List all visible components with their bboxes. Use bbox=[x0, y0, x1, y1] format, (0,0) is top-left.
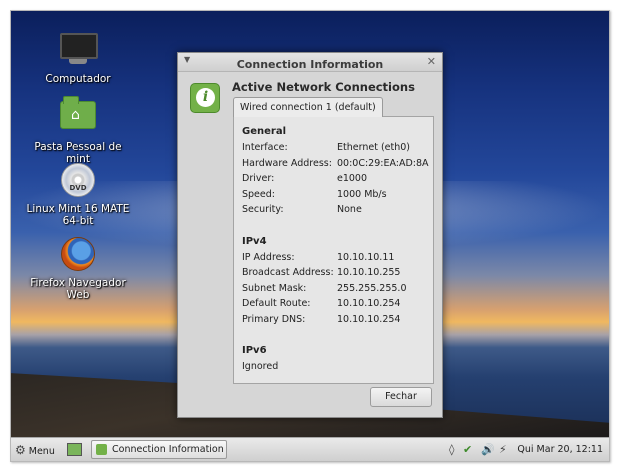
detail-value: 10.10.10.254 bbox=[337, 313, 401, 325]
gear-icon: ⚙ bbox=[15, 443, 26, 457]
desktop[interactable]: Computador ⌂ Pasta Pessoal de mint DVD L… bbox=[11, 11, 609, 437]
menu-label: Menu bbox=[28, 446, 55, 457]
shield-icon[interactable]: ✔ bbox=[463, 442, 472, 458]
desktop-icon-label: Computador bbox=[45, 73, 111, 85]
detail-key: Subnet Mask: bbox=[242, 282, 307, 294]
screenshot-frame: Computador ⌂ Pasta Pessoal de mint DVD L… bbox=[10, 10, 610, 462]
taskbar-item-label: Connection Information bbox=[112, 444, 224, 455]
home-folder-icon: ⌂ bbox=[60, 96, 96, 137]
desktop-icon-label: Linux Mint 16 MATE 64-bit bbox=[26, 203, 130, 227]
dialog-heading: Active Network Connections bbox=[232, 80, 415, 94]
info-icon: i bbox=[190, 83, 220, 113]
detail-key: Default Route: bbox=[242, 298, 311, 309]
notification-icon[interactable]: ◊ bbox=[449, 442, 454, 458]
detail-value: 10.10.10.254 bbox=[337, 298, 401, 309]
desktop-icon-home-folder[interactable]: ⌂ Pasta Pessoal de mint bbox=[23, 95, 133, 165]
taskbar: ⚙ Menu Connection Information ◊ ✔ 🔊 ⚡ Qui… bbox=[11, 437, 609, 461]
detail-value: e1000 bbox=[337, 173, 368, 184]
volume-icon[interactable]: 🔊 bbox=[481, 442, 495, 458]
detail-key: Ignored bbox=[242, 360, 279, 372]
close-button[interactable]: Fechar bbox=[370, 387, 432, 407]
desktop-icon-label: Firefox Navegador Web bbox=[30, 277, 126, 301]
section-title-general: General bbox=[242, 126, 286, 137]
detail-value: 255.255.255.0 bbox=[337, 282, 407, 294]
dialog-title: Connection Information bbox=[236, 58, 384, 71]
desktop-icon-firefox[interactable]: Firefox Navegador Web bbox=[23, 237, 133, 301]
info-icon bbox=[96, 444, 107, 455]
section-title-ipv4: IPv4 bbox=[242, 236, 267, 247]
detail-value: 10.10.10.11 bbox=[337, 251, 395, 263]
close-icon[interactable]: ✕ bbox=[427, 54, 436, 70]
detail-value: None bbox=[337, 204, 362, 215]
detail-key: IP Address: bbox=[242, 251, 295, 263]
taskbar-item-connection-information[interactable]: Connection Information bbox=[91, 440, 227, 459]
menu-button[interactable]: ⚙ Menu bbox=[15, 441, 55, 459]
detail-key: Broadcast Address: bbox=[242, 267, 334, 278]
desktop-icon-dvd[interactable]: DVD Linux Mint 16 MATE 64-bit bbox=[23, 163, 133, 227]
connection-information-dialog: ▼ Connection Information ✕ i Active Netw… bbox=[177, 52, 443, 418]
connection-details-panel: General Interface: Ethernet (eth0) Hardw… bbox=[233, 116, 434, 384]
computer-icon bbox=[60, 33, 98, 69]
firefox-icon bbox=[60, 237, 96, 273]
dvd-icon: DVD bbox=[60, 163, 96, 199]
detail-key: Speed: bbox=[242, 188, 275, 200]
detail-key: Interface: bbox=[242, 142, 288, 153]
detail-key: Security: bbox=[242, 204, 284, 215]
window-menu-icon[interactable]: ▼ bbox=[184, 55, 190, 64]
detail-value: 00:0C:29:EA:AD:8A bbox=[337, 157, 429, 169]
section-title-ipv6: IPv6 bbox=[242, 345, 267, 356]
show-desktop-icon[interactable] bbox=[67, 443, 82, 456]
dvd-badge: DVD bbox=[69, 184, 87, 192]
dialog-titlebar[interactable]: ▼ Connection Information ✕ bbox=[178, 53, 442, 72]
detail-value: Ethernet (eth0) bbox=[337, 142, 410, 153]
detail-value: 10.10.10.255 bbox=[337, 267, 401, 278]
clock[interactable]: Qui Mar 20, 12:11 bbox=[517, 441, 603, 459]
detail-key: Primary DNS: bbox=[242, 313, 306, 325]
detail-value: 1000 Mb/s bbox=[337, 188, 387, 200]
desktop-icon-computer[interactable]: Computador bbox=[23, 29, 133, 85]
tab-wired-connection[interactable]: Wired connection 1 (default) bbox=[233, 97, 383, 117]
network-icon[interactable]: ⚡ bbox=[499, 442, 507, 458]
detail-key: Hardware Address: bbox=[242, 157, 332, 169]
detail-key: Driver: bbox=[242, 173, 275, 184]
desktop-icon-label: Pasta Pessoal de mint bbox=[34, 141, 122, 165]
